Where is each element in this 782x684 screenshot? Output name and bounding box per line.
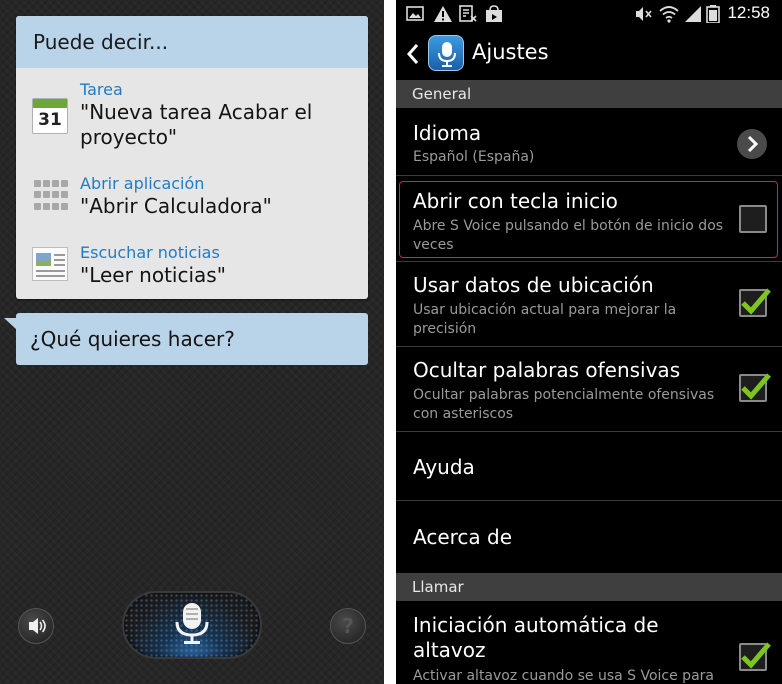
settings-screen: 12:58 Ajustes General Idioma Español (Es… <box>396 0 782 684</box>
suggestion-category: Tarea <box>80 80 123 99</box>
help-icon: ? <box>342 614 354 638</box>
setting-subtitle: Ocultar palabras potencialmente ofensiva… <box>413 387 715 422</box>
setting-row-location[interactable]: Usar datos de ubicación Usar ubicación a… <box>396 263 782 347</box>
setting-title: Iniciación automática de altavoz <box>413 613 659 662</box>
highlight-box <box>399 181 778 258</box>
suggestion-example: "Leer noticias" <box>80 263 226 287</box>
setting-subtitle: Usar ubicación actual para mejorar la pr… <box>413 302 677 337</box>
location-checkbox[interactable] <box>739 288 771 317</box>
suggestion-example: "Abrir Calculadora" <box>80 194 272 218</box>
suggestion-category: Escuchar noticias <box>80 243 220 262</box>
prompt-bubble: ¿Qué quieres hacer? <box>16 313 368 365</box>
setting-row-about[interactable]: Acerca de <box>396 502 782 572</box>
setting-subtitle: Activar altavoz cuando se usa S Voice pa… <box>413 668 714 684</box>
signal-icon <box>685 6 701 22</box>
screen-title: Ajustes <box>472 40 549 64</box>
setting-row-language[interactable]: Idioma Español (España) <box>396 108 782 176</box>
setting-row-auto-speaker[interactable]: Iniciación automática de altavoz Activar… <box>396 601 782 684</box>
setting-row-offensive-words[interactable]: Ocultar palabras ofensivas Ocultar palab… <box>396 348 782 432</box>
card-header: Puede decir... <box>16 16 368 68</box>
setting-title: Ayuda <box>413 455 475 479</box>
status-time: 12:58 <box>727 3 770 22</box>
divider <box>384 0 396 684</box>
s-voice-main-screen: Puede decir... 31 Tarea "Nueva tarea Aca… <box>0 0 384 684</box>
mute-icon <box>636 7 652 21</box>
apps-grid-icon <box>32 178 68 214</box>
auto-speaker-checkbox[interactable] <box>739 642 771 671</box>
checkmark-icon <box>741 288 771 315</box>
wifi-icon <box>659 6 679 23</box>
suggestions-card: Puede decir... 31 Tarea "Nueva tarea Aca… <box>16 16 368 299</box>
chevron-right-icon <box>737 129 767 159</box>
setting-title: Idioma <box>413 121 482 145</box>
setting-title: Usar datos de ubicación <box>413 273 654 297</box>
setting-title: Ocultar palabras ofensivas <box>413 358 681 382</box>
s-voice-app-icon <box>428 35 464 71</box>
speaker-toggle-button[interactable] <box>18 608 54 644</box>
news-icon <box>32 247 68 281</box>
section-header-call: Llamar <box>396 573 782 601</box>
section-header-general: General <box>396 80 782 108</box>
suggestion-category: Abrir aplicación <box>80 174 205 193</box>
warning-icon <box>434 6 452 22</box>
gallery-notification-icon <box>406 6 424 21</box>
battery-icon <box>706 5 720 23</box>
suggestion-example: "Nueva tarea Acabar el proyecto" <box>80 100 313 149</box>
microphone-icon <box>438 42 456 67</box>
checkmark-icon <box>741 373 771 400</box>
help-button[interactable]: ? <box>330 608 366 644</box>
checkmark-icon <box>741 642 771 669</box>
status-bar: 12:58 <box>396 0 782 28</box>
action-bar: Ajustes <box>396 28 782 80</box>
missed-call-icon <box>459 5 477 22</box>
calendar-icon: 31 <box>32 98 68 134</box>
back-arrow-icon[interactable] <box>406 43 420 65</box>
microphone-icon <box>175 603 209 644</box>
setting-subtitle: Español (España) <box>413 149 535 165</box>
store-bag-icon <box>486 5 502 22</box>
speaker-icon <box>29 618 46 634</box>
setting-row-help[interactable]: Ayuda <box>396 433 782 501</box>
setting-title: Acerca de <box>413 525 513 549</box>
offensive-words-checkbox[interactable] <box>739 373 771 402</box>
calendar-day: 31 <box>38 110 62 130</box>
microphone-button[interactable] <box>122 591 262 659</box>
